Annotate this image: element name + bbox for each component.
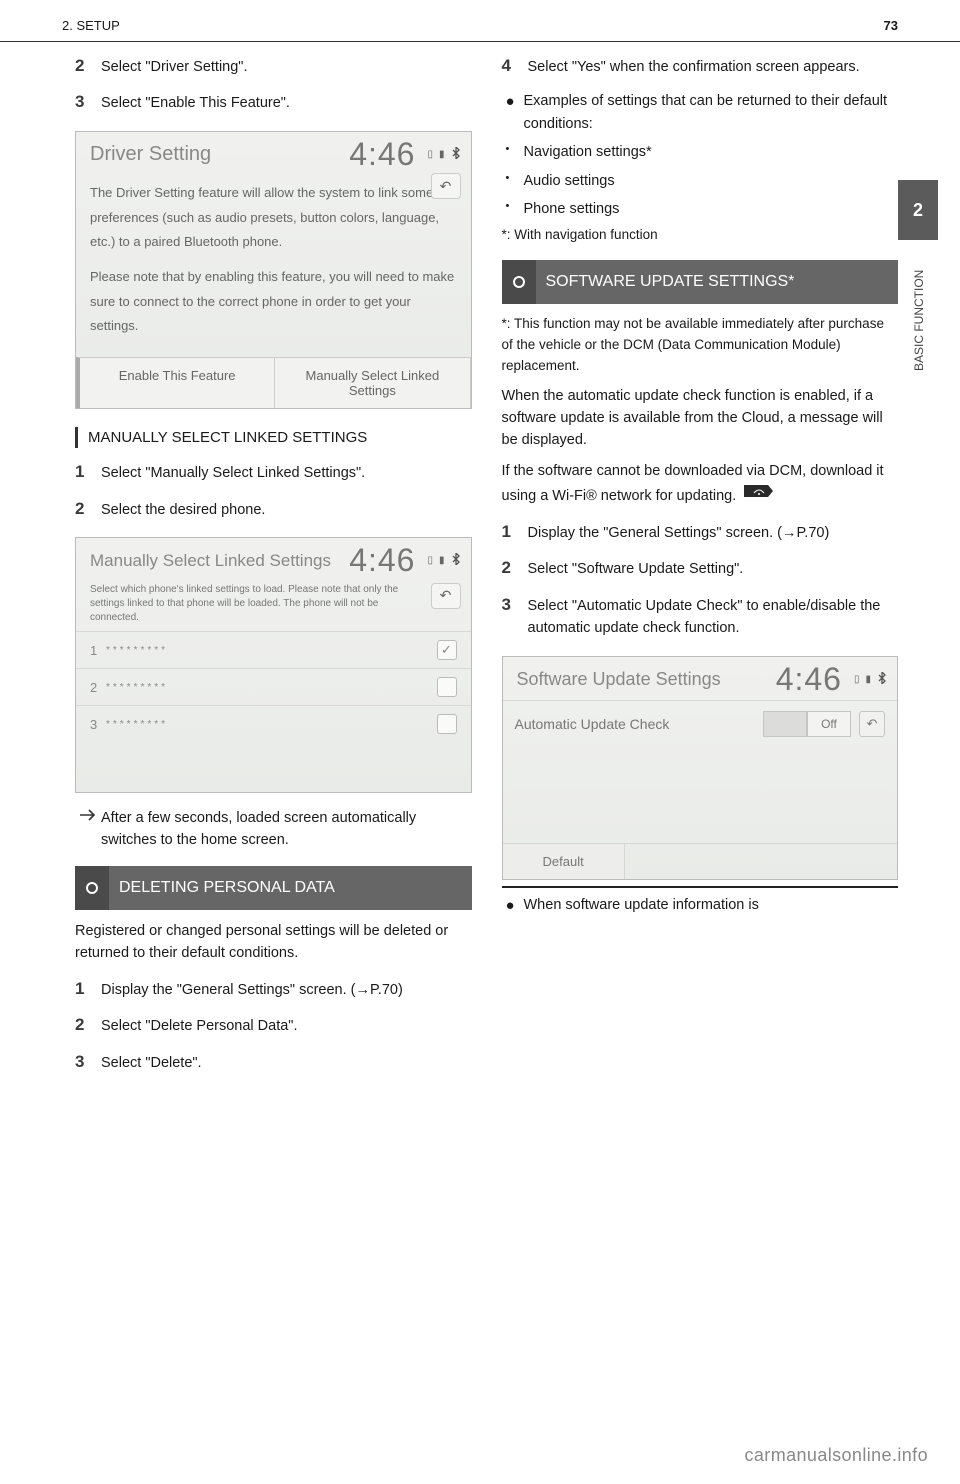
ui1-status-icons: ▯ ▮ — [427, 147, 460, 162]
sub-a-step-1-text: Select "Manually Select Linked Settings"… — [101, 462, 472, 484]
r-step-4-text: Select "Yes" when the confirmation scree… — [528, 56, 899, 78]
bullet-nav: Navigation settings* — [524, 141, 899, 163]
page-header: 2. SETUP 73 — [0, 0, 960, 42]
c-after-text: When software update information is — [524, 894, 899, 917]
ui1-body-text-1: The Driver Setting feature will allow th… — [90, 181, 457, 255]
sub-bullet-icon: • — [506, 141, 524, 163]
software-update-para-2: If the software cannot be downloaded via… — [502, 460, 899, 508]
screenshot-manual-select: Manually Select Linked Settings 4:46 ▯ ▮… — [75, 537, 472, 793]
sub-a-step-2-num: 2 — [75, 499, 101, 521]
ui2-phone-row-2[interactable]: 2 ********* — [76, 668, 471, 705]
screenshot-software-update-settings: Software Update Settings 4:46 ▯ ▮ Automa… — [502, 656, 899, 880]
bullet-phone: Phone settings — [524, 198, 899, 220]
r-step-4-num: 4 — [502, 56, 528, 78]
bluetooth-icon — [451, 553, 461, 568]
ui2-clock: 4:46 — [349, 542, 415, 579]
b-step-1-text: Display the "General Settings" screen. (… — [101, 979, 472, 1001]
checkbox-empty-icon — [437, 677, 457, 697]
ui1-clock: 4:46 — [349, 136, 415, 173]
screenshot-driver-setting: Driver Setting 4:46 ▯ ▮ ↶ The Driver Set… — [75, 131, 472, 409]
right-column: 4 Select "Yes" when the confirmation scr… — [502, 42, 899, 1074]
subhead-manual-select: MANUALLY SELECT LINKED SETTINGS — [75, 427, 472, 448]
sub-a-after-text: After a few seconds, loaded screen autom… — [101, 807, 472, 852]
step-text-3: Select "Enable This Feature". — [101, 92, 472, 114]
ui2-back-button[interactable]: ↶ — [431, 583, 461, 609]
ui2-status-icons: ▯ ▮ — [427, 553, 460, 568]
c-step-3-num: 3 — [502, 595, 528, 640]
battery-icon: ▮ — [865, 674, 871, 685]
sub-a-step-2-text: Select the desired phone. — [101, 499, 472, 521]
software-update-note: *: This function may not be available im… — [502, 314, 899, 377]
step-number-3: 3 — [75, 92, 101, 114]
checkbox-empty-icon — [437, 714, 457, 734]
wifi-signpost-icon — [744, 482, 774, 500]
page-number: 73 — [884, 18, 898, 33]
signal-icon: ▯ — [427, 149, 433, 160]
heading-bullet-icon — [86, 882, 98, 894]
sub-a-step-1-num: 1 — [75, 462, 101, 484]
ui2-phone-row-3[interactable]: 3 ********* — [76, 705, 471, 742]
left-column: 2 Select "Driver Setting". 3 Select "Ena… — [75, 42, 472, 1074]
heading-delete-personal-data: DELETING PERSONAL DATA — [75, 866, 472, 910]
chapter-side-tab: 2 — [898, 180, 938, 240]
b-step-2-num: 2 — [75, 1015, 101, 1037]
battery-icon: ▮ — [439, 149, 445, 160]
bullet-audio: Audio settings — [524, 170, 899, 192]
b-step-2-text: Select "Delete Personal Data". — [101, 1015, 472, 1037]
ui3-clock: 4:46 — [776, 661, 842, 698]
bullet-icon: ● — [506, 894, 524, 917]
header-section-left: 2. SETUP — [62, 18, 120, 33]
battery-icon: ▮ — [439, 555, 445, 566]
c-step-1-num: 1 — [502, 522, 528, 544]
signal-icon: ▯ — [854, 674, 860, 685]
c-step-2-num: 2 — [502, 558, 528, 580]
ui1-back-button[interactable]: ↶ — [431, 173, 461, 199]
c-step-3-text: Select "Automatic Update Check" to enabl… — [528, 595, 899, 640]
b-step-1-num: 1 — [75, 979, 101, 1001]
ui3-status-icons: ▯ ▮ — [854, 672, 887, 687]
toggle-left-icon — [763, 711, 807, 737]
heading-software-update: SOFTWARE UPDATE SETTINGS* — [502, 260, 899, 304]
ui3-title: Software Update Settings — [517, 669, 776, 690]
checkbox-checked-icon: ✓ — [437, 640, 457, 660]
ui1-title: Driver Setting — [90, 143, 349, 166]
c-step-1-text: Display the "General Settings" screen. (… — [528, 522, 899, 544]
signal-icon: ▯ — [427, 555, 433, 566]
ui2-subtext: Select which phone's linked settings to … — [90, 584, 398, 623]
chapter-side-label: BASIC FUNCTION — [912, 260, 942, 380]
delete-data-para: Registered or changed personal settings … — [75, 920, 472, 965]
ui3-row-label: Automatic Update Check — [515, 716, 764, 732]
ui1-body-text-2: Please note that by enabling this featur… — [90, 265, 457, 339]
step-number-2: 2 — [75, 56, 101, 78]
bullet-icon: ● — [506, 90, 524, 135]
bluetooth-icon — [877, 672, 887, 687]
b-step-3-text: Select "Delete". — [101, 1052, 472, 1074]
bluetooth-icon — [451, 147, 461, 162]
ui3-back-button[interactable]: ↶ — [859, 711, 885, 737]
c-step-2-text: Select "Software Update Setting". — [528, 558, 899, 580]
bullet-footnote: *: With navigation function — [502, 225, 899, 246]
heading-bullet-icon — [513, 276, 525, 288]
toggle-off-label: Off — [807, 711, 851, 737]
footer-watermark: carmanualsonline.info — [744, 1445, 928, 1466]
ui1-enable-button[interactable]: Enable This Feature — [76, 357, 275, 408]
sub-bullet-icon: • — [506, 198, 524, 220]
software-update-para-1: When the automatic update check function… — [502, 385, 899, 452]
ui3-toggle[interactable]: Off — [763, 711, 851, 737]
b-step-3-num: 3 — [75, 1052, 101, 1074]
ui2-phone-row-1[interactable]: 1 ********* ✓ — [76, 631, 471, 668]
step-text-2: Select "Driver Setting". — [101, 56, 472, 78]
sub-bullet-icon: • — [506, 170, 524, 192]
ui3-default-button[interactable]: Default — [503, 844, 625, 879]
ui2-title: Manually Select Linked Settings — [90, 551, 349, 571]
arrow-icon — [79, 807, 101, 852]
ui1-manual-button[interactable]: Manually Select Linked Settings — [275, 357, 470, 408]
bullet-intro: Examples of settings that can be returne… — [524, 90, 899, 135]
